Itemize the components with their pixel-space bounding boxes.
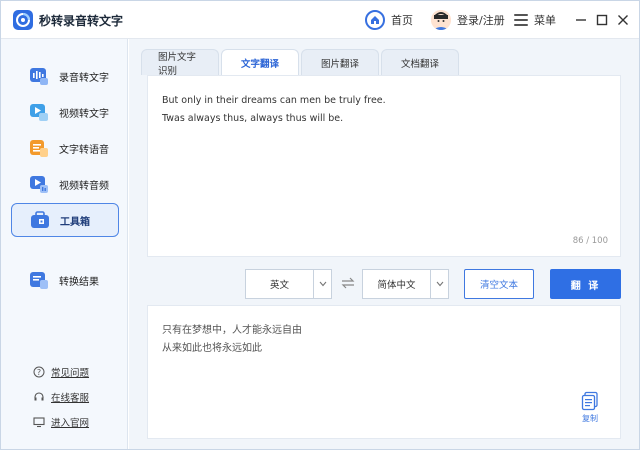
faq-link[interactable]: ? 常见问题 — [33, 365, 89, 379]
result-line: 只有在梦想中，人才能永远自由 — [162, 325, 302, 336]
avatar-icon — [431, 10, 451, 30]
copy-label: 复制 — [582, 414, 598, 423]
video-text-icon — [29, 102, 49, 122]
source-language-select[interactable]: 英文 — [245, 269, 332, 299]
video-audio-icon — [29, 174, 49, 194]
chevron-down-icon — [313, 270, 331, 298]
minimize-button[interactable] — [574, 13, 588, 27]
sidebar-item-label: 工具箱 — [60, 216, 90, 228]
source-line: Twas always thus, always thus will be. — [162, 113, 344, 124]
app-window: 秒转录音转文字 首页 登录/注册 菜单 录音转文字 视频转文字 文字转语音 视频… — [0, 0, 640, 450]
title-bar: 秒转录音转文字 首页 登录/注册 菜单 — [1, 1, 639, 39]
char-counter: 86 / 100 — [572, 236, 608, 246]
audio-wave-icon — [29, 66, 49, 86]
result-text-area[interactable]: 只有在梦想中，人才能永远自由 从来如此也将永远如此 复制 — [147, 305, 621, 439]
home-icon — [365, 10, 385, 30]
maximize-icon — [596, 14, 608, 26]
sidebar-item-text-to-speech[interactable]: 文字转语音 — [11, 131, 119, 165]
close-button[interactable] — [616, 13, 630, 27]
control-row: 英文 简体中文 清空文本 翻 译 — [129, 263, 639, 303]
sidebar-item-label: 录音转文字 — [59, 72, 109, 84]
source-language-value: 英文 — [269, 280, 289, 291]
tab-text-translate[interactable]: 文字翻译 — [221, 49, 299, 75]
support-label: 在线客服 — [51, 393, 90, 404]
source-text: But only in their dreams can men be trul… — [162, 92, 386, 128]
website-link[interactable]: 进入官网 — [33, 415, 89, 429]
target-language-select[interactable]: 简体中文 — [362, 269, 449, 299]
source-text-area[interactable]: But only in their dreams can men be trul… — [147, 75, 621, 257]
sidebar-item-label: 视频转音频 — [59, 180, 109, 192]
sidebar-item-audio-to-text[interactable]: 录音转文字 — [11, 59, 119, 93]
home-button[interactable]: 首页 — [365, 1, 413, 39]
maximize-button[interactable] — [595, 13, 609, 27]
toolbox-icon — [30, 210, 50, 230]
clear-text-button[interactable]: 清空文本 — [464, 269, 534, 299]
sidebar-item-label: 视频转文字 — [59, 108, 109, 120]
menu-button[interactable]: 菜单 — [514, 1, 556, 39]
sidebar-item-results[interactable]: 转换结果 — [11, 263, 119, 297]
question-icon: ? — [33, 366, 45, 378]
translate-button[interactable]: 翻 译 — [550, 269, 621, 299]
tab-image-translate[interactable]: 图片翻译 — [301, 49, 379, 75]
home-label: 首页 — [391, 14, 413, 27]
website-label: 进入官网 — [51, 418, 90, 429]
sidebar-item-video-to-text[interactable]: 视频转文字 — [11, 95, 119, 129]
tab-bar: 图片文字识别 文字翻译 图片翻译 文档翻译 — [141, 49, 461, 77]
result-icon — [29, 270, 49, 290]
target-language-value: 简体中文 — [377, 280, 416, 291]
minimize-icon — [576, 19, 586, 21]
monitor-icon — [33, 416, 45, 428]
app-title: 秒转录音转文字 — [39, 14, 124, 28]
copy-icon — [581, 391, 598, 411]
sidebar-item-label: 文字转语音 — [59, 144, 109, 156]
sidebar-item-toolbox[interactable]: 工具箱 — [11, 203, 119, 237]
result-text: 只有在梦想中，人才能永远自由 从来如此也将永远如此 — [162, 322, 302, 358]
headset-icon — [33, 391, 45, 403]
source-line: But only in their dreams can men be trul… — [162, 95, 386, 106]
menu-label: 菜单 — [534, 14, 556, 27]
sidebar-item-label: 转换结果 — [59, 276, 99, 288]
support-link[interactable]: 在线客服 — [33, 390, 89, 404]
app-logo-icon — [13, 10, 33, 30]
swap-languages-button[interactable] — [340, 275, 356, 291]
chevron-down-icon — [430, 270, 448, 298]
tab-document-translate[interactable]: 文档翻译 — [381, 49, 459, 75]
result-line: 从来如此也将永远如此 — [162, 343, 262, 354]
copy-button[interactable]: 复制 — [578, 391, 602, 424]
sidebar: 录音转文字 视频转文字 文字转语音 视频转音频 工具箱 转换结果 ? 常见问题 … — [1, 39, 128, 449]
sidebar-item-video-to-audio[interactable]: 视频转音频 — [11, 167, 119, 201]
text-speech-icon — [29, 138, 49, 158]
login-button[interactable]: 登录/注册 — [431, 1, 505, 39]
faq-label: 常见问题 — [51, 368, 90, 379]
main-panel: 图片文字识别 文字翻译 图片翻译 文档翻译 But only in their … — [129, 39, 639, 449]
swap-icon — [341, 277, 355, 289]
tab-image-ocr[interactable]: 图片文字识别 — [141, 49, 219, 77]
svg-text:?: ? — [37, 368, 41, 377]
menu-icon — [514, 14, 528, 26]
login-label: 登录/注册 — [457, 14, 505, 27]
close-icon — [618, 15, 628, 25]
